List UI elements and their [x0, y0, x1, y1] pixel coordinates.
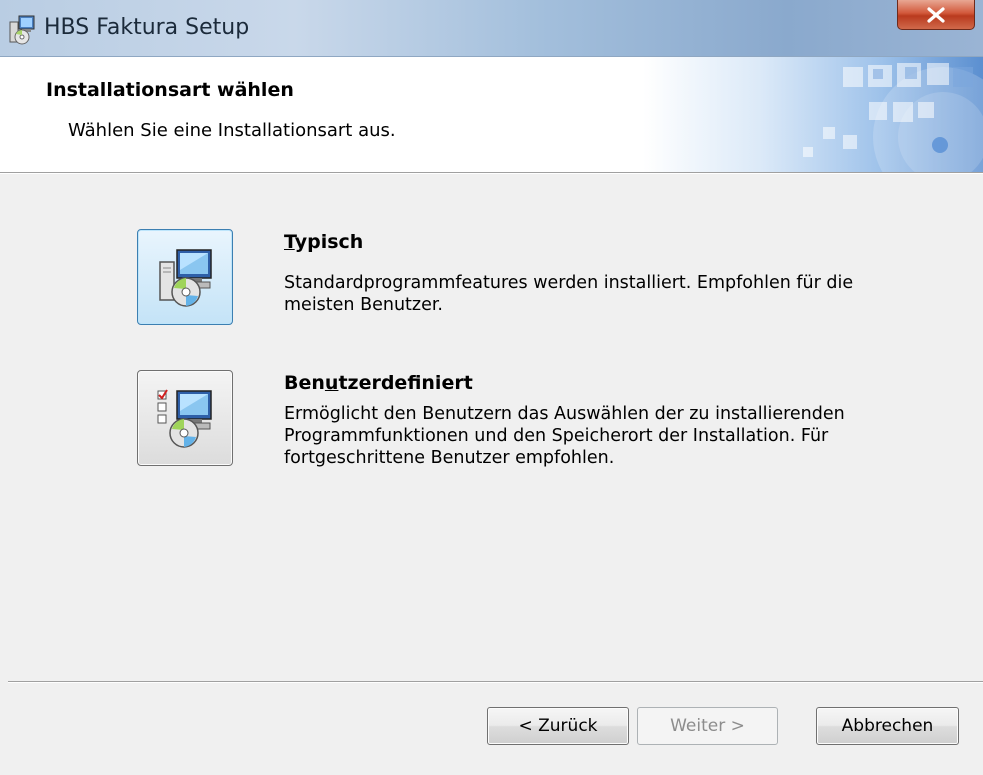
next-button[interactable]: Weiter >: [637, 707, 778, 745]
banner-graphic: [643, 57, 983, 172]
custom-option-title: Benutzerdefiniert: [284, 372, 473, 394]
page-heading: Installationsart wählen: [46, 79, 294, 101]
installer-app-icon: [9, 15, 35, 45]
header-banner: Installationsart wählen Wählen Sie eine …: [0, 57, 983, 172]
back-button[interactable]: < Zurück: [487, 707, 629, 745]
typical-option-title: Typisch: [284, 231, 364, 253]
computer-cd-icon: [159, 249, 212, 307]
custom-option-description: Ermöglicht den Benutzern das Auswählen d…: [284, 404, 845, 468]
window-title: HBS Faktura Setup: [44, 15, 250, 40]
checklist-computer-cd-icon: [157, 389, 212, 448]
typical-install-button[interactable]: [137, 229, 233, 325]
cancel-button[interactable]: Abbrechen: [816, 707, 959, 745]
title-bar: HBS Faktura Setup: [0, 0, 983, 57]
close-button[interactable]: [897, 0, 975, 30]
page-subheading: Wählen Sie eine Installationsart aus.: [68, 120, 396, 141]
typical-option-description: Standardprogrammfeatures werden installi…: [284, 273, 854, 315]
footer-separator: [8, 681, 983, 683]
custom-install-button[interactable]: [137, 370, 233, 466]
header-separator: [0, 172, 983, 174]
close-icon: [927, 6, 945, 23]
